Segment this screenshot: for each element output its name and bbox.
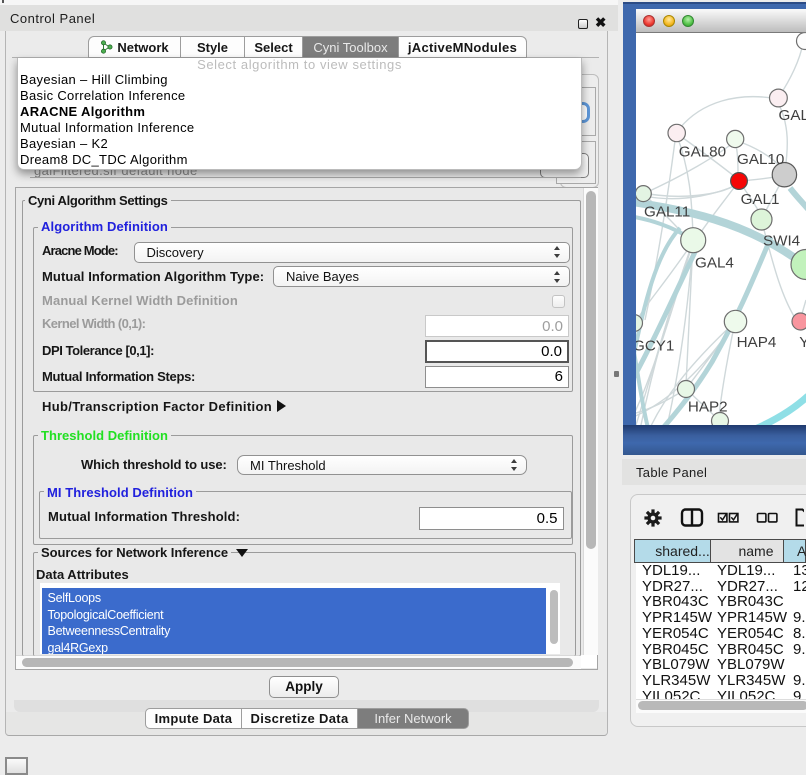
svg-text:SWI4: SWI4 xyxy=(763,233,800,250)
svg-text:GAL: GAL xyxy=(779,107,806,124)
svg-text:HAP2: HAP2 xyxy=(688,399,728,416)
svg-text:GAL10: GAL10 xyxy=(737,151,784,168)
svg-text:Y: Y xyxy=(799,334,806,351)
svg-text:GCY1: GCY1 xyxy=(636,338,674,355)
svg-text:GAL11: GAL11 xyxy=(644,204,690,221)
svg-text:GAL4: GAL4 xyxy=(695,255,734,272)
svg-text:HAP4: HAP4 xyxy=(737,334,777,351)
svg-text:GAL1: GAL1 xyxy=(741,191,780,208)
svg-text:GAL80: GAL80 xyxy=(679,144,726,161)
